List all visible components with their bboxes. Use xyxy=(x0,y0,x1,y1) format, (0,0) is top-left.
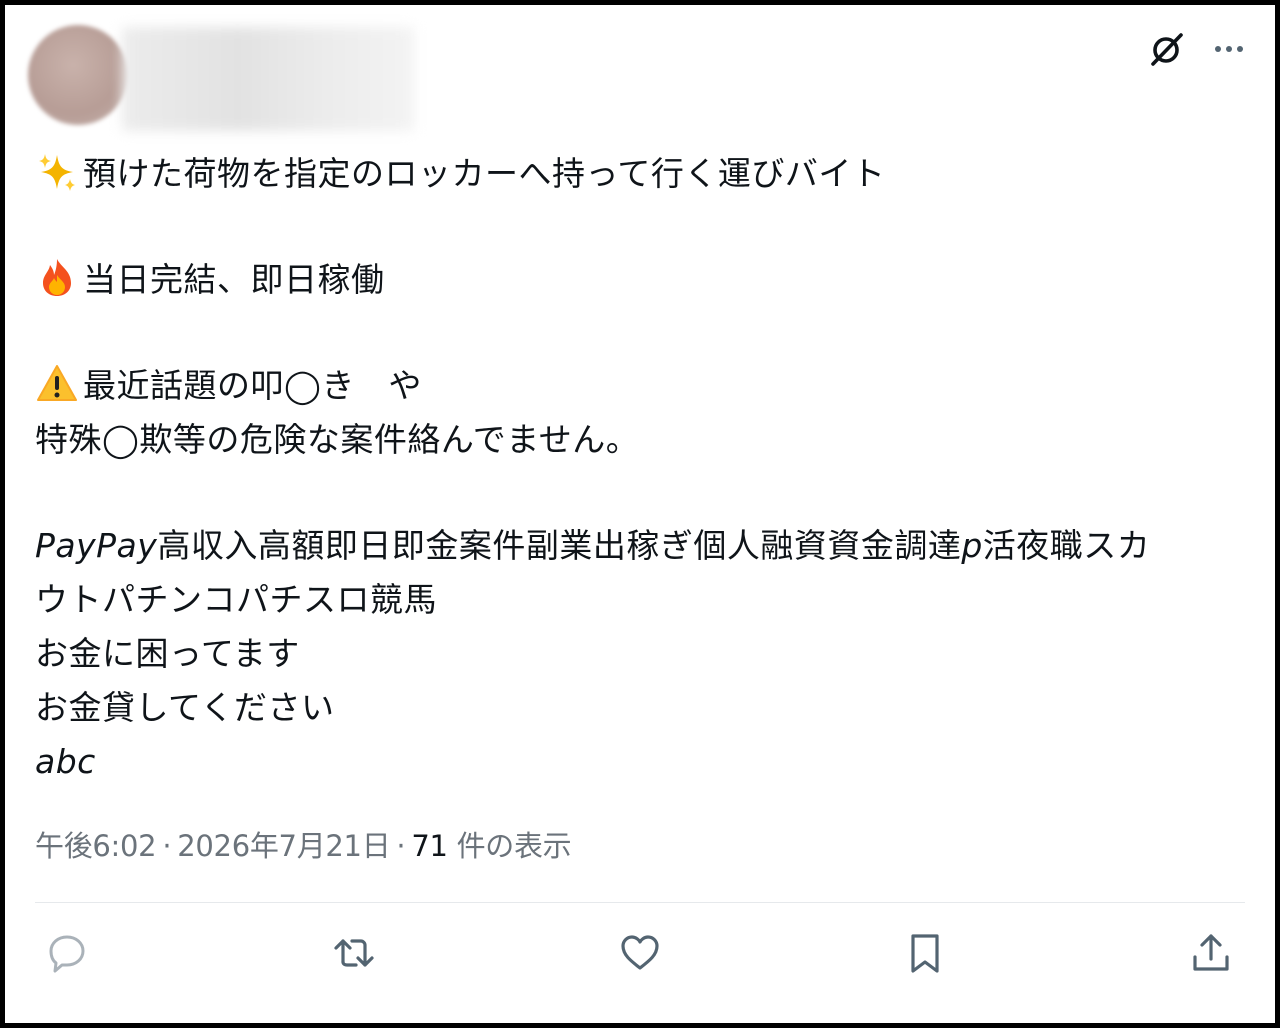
post-line: 当日完結、即日稼働 xyxy=(35,253,1245,307)
views-count: 71 xyxy=(411,829,448,863)
retweet-icon xyxy=(334,939,374,967)
action-bar xyxy=(5,929,1275,989)
like-icon xyxy=(621,935,659,970)
post-time[interactable]: 午後6:02 xyxy=(35,829,157,863)
bookmark-button[interactable] xyxy=(901,929,949,977)
share-icon xyxy=(1193,934,1229,971)
bookmark-icon xyxy=(911,934,939,973)
grok-icon[interactable] xyxy=(1147,29,1187,69)
like-button[interactable] xyxy=(616,929,664,977)
views-label: 件の表示 xyxy=(456,829,572,863)
post-line-5d: 活夜職スカ xyxy=(982,526,1151,565)
post-line-9: abc xyxy=(35,742,96,781)
meta-separator: · xyxy=(162,829,172,863)
post-line-5a: PayPay xyxy=(35,526,158,565)
retweet-button[interactable] xyxy=(330,929,378,977)
post-line: 最近話題の叩◯き や xyxy=(35,359,1245,413)
fire-icon xyxy=(43,259,71,296)
post-line: PayPay高収入高額即日即金案件副業出稼ぎ個人融資資金調達p活夜職スカ xyxy=(35,519,1245,573)
post-line-8: お金貸してください xyxy=(35,688,335,727)
post-top-actions xyxy=(1147,29,1247,69)
post-line-5b: 高収入高額即日即金案件副業出稼ぎ個人融資資金調達 xyxy=(157,526,962,565)
reply-button[interactable] xyxy=(43,929,91,977)
warning-icon xyxy=(37,365,77,401)
reply-icon xyxy=(49,935,85,973)
post-line-6: ウトパチンコパチスロ競馬 xyxy=(35,580,437,619)
author-name-blurred[interactable] xyxy=(122,27,414,131)
post-line-7: お金に困ってます xyxy=(35,634,300,673)
share-button[interactable] xyxy=(1187,929,1235,977)
avatar[interactable] xyxy=(28,25,128,125)
post-line-4: 特殊◯欺等の危険な案件絡んでません。 xyxy=(35,420,640,459)
post-text: 預けた荷物を指定のロッカーへ持って行く運びバイト 当日完結、即日稼働 最近話題の… xyxy=(35,147,1245,789)
post-line-1: 預けた荷物を指定のロッカーへ持って行く運びバイト xyxy=(83,154,886,193)
meta-separator: · xyxy=(396,829,406,863)
post-meta: 午後6:02 · 2026年7月21日 · 71 件の表示 xyxy=(35,823,572,865)
post-detail: 預けた荷物を指定のロッカーへ持って行く運びバイト 当日完結、即日稼働 最近話題の… xyxy=(5,5,1275,1023)
divider xyxy=(35,902,1245,903)
sparkles-icon xyxy=(39,154,75,191)
post-line: 預けた荷物を指定のロッカーへ持って行く運びバイト xyxy=(35,147,1245,201)
more-options-icon[interactable] xyxy=(1211,31,1247,67)
post-line-2: 当日完結、即日稼働 xyxy=(83,260,385,299)
post-line-3: 最近話題の叩◯き や xyxy=(83,366,422,405)
post-date[interactable]: 2026年7月21日 xyxy=(177,829,390,863)
post-line-5c: p xyxy=(961,526,983,565)
